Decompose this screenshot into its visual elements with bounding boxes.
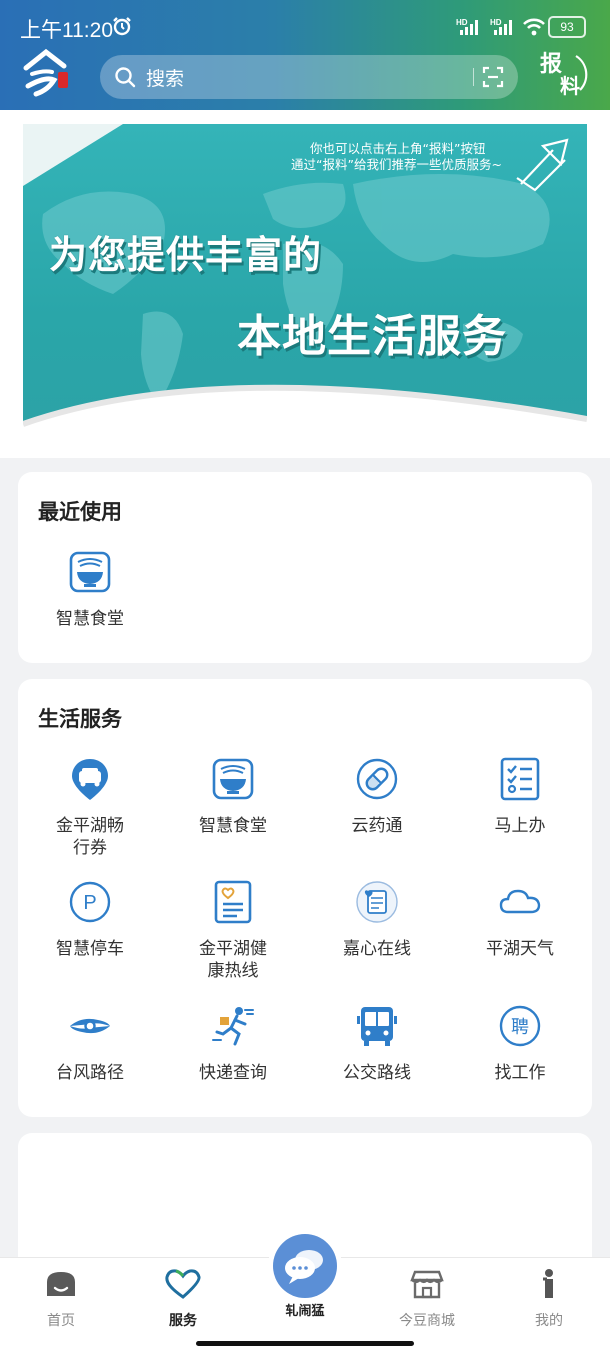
- service-item-courier-query[interactable]: 快递查询: [161, 1004, 305, 1084]
- service-label: 智慧食堂: [199, 816, 267, 836]
- svg-text:P: P: [83, 892, 96, 914]
- svg-text:HD: HD: [490, 18, 502, 27]
- store-icon: [410, 1270, 444, 1299]
- search-icon: [115, 67, 136, 88]
- service-item-find-job[interactable]: 聘 找工作: [448, 1004, 592, 1084]
- chat-bubble-icon: [285, 1250, 323, 1284]
- typhoon-icon: [70, 1018, 110, 1034]
- life-services-card: 生活服务 金平湖畅 行券 智慧食堂 云药通 马上办 P 智慧停车 金平湖健 康热…: [18, 679, 592, 1117]
- status-time: 上午11:20: [20, 19, 113, 42]
- heart-icon: [165, 1269, 201, 1299]
- service-label: 智慧停车: [56, 939, 124, 959]
- service-label: 嘉心在线: [343, 939, 411, 959]
- health-doc-icon: [214, 880, 252, 924]
- parking-icon: P: [69, 881, 111, 923]
- svg-text:HD: HD: [456, 18, 468, 27]
- home-indicator[interactable]: [196, 1341, 414, 1346]
- service-item-bus-route[interactable]: 公交路线: [305, 1004, 449, 1084]
- recent-title: 最近使用: [38, 500, 122, 524]
- arrow-icon: [516, 138, 569, 192]
- service-item-smart-canteen[interactable]: 智慧食堂: [161, 757, 305, 837]
- service-label: 快递查询: [199, 1063, 267, 1083]
- scan-icon[interactable]: [482, 66, 504, 88]
- pill-icon: [356, 758, 398, 800]
- service-item-typhoon-path[interactable]: 台风路径: [18, 1004, 162, 1084]
- tab-label: 首页: [47, 1313, 75, 1329]
- service-item-pinghu-weather[interactable]: 平湖天气: [448, 880, 592, 960]
- tab-center-label: 轧闹猛: [285, 1304, 325, 1319]
- service-label: 金平湖畅 行券: [56, 816, 124, 858]
- recruit-icon: 聘: [499, 1005, 541, 1047]
- banner-headline-2: 本地生活服务: [237, 311, 507, 362]
- tab-center-chat[interactable]: [273, 1234, 337, 1298]
- tab-label: 我的: [535, 1313, 563, 1329]
- svg-text:聘: 聘: [511, 1017, 529, 1038]
- bus-icon: [357, 1007, 397, 1046]
- search-bar[interactable]: 搜索: [100, 55, 518, 99]
- service-label: 平湖天气: [486, 939, 554, 959]
- signal-icon-2: HD: [490, 18, 512, 35]
- banner-headline-1: 为您提供丰富的: [49, 233, 323, 277]
- service-item-cloud-pharmacy[interactable]: 云药通: [305, 757, 449, 837]
- tab-label: 服务: [169, 1313, 197, 1329]
- service-item-pinghu-pass[interactable]: 金平湖畅 行券: [18, 757, 162, 859]
- search-divider: [473, 68, 474, 86]
- tab-mine[interactable]: 我的: [504, 1268, 594, 1330]
- life-services-title: 生活服务: [38, 707, 122, 731]
- wifi-icon: [523, 18, 545, 36]
- checklist-icon: [500, 757, 540, 801]
- banner-section: 你也可以点击右上角“报料”按钮 通过“报料”给我们推荐一些优质服务~ 为您提供丰…: [0, 110, 610, 458]
- recent-item-label: 智慧食堂: [56, 609, 124, 629]
- recent-item-smart-canteen[interactable]: 智慧食堂: [18, 550, 162, 630]
- heart-note-icon: [356, 881, 398, 923]
- car-location-icon: [72, 759, 108, 800]
- app-logo[interactable]: [18, 46, 78, 98]
- service-item-smart-parking[interactable]: P 智慧停车: [18, 880, 162, 960]
- cloud-icon: [499, 889, 541, 914]
- person-icon: [543, 1269, 553, 1298]
- recent-card: 最近使用 智慧食堂: [18, 472, 592, 663]
- service-label: 找工作: [494, 1063, 546, 1083]
- bowl-icon: [212, 758, 254, 800]
- search-placeholder: 搜索: [146, 68, 185, 90]
- home-icon: [47, 1272, 75, 1296]
- alarm-icon: [113, 17, 131, 36]
- service-item-health-hotline[interactable]: 金平湖健 康热线: [161, 880, 305, 982]
- report-button[interactable]: 报 料: [536, 44, 592, 100]
- tab-label: 今豆商城: [399, 1313, 455, 1329]
- service-label: 马上办: [494, 816, 546, 836]
- report-ring-icon: [575, 55, 588, 91]
- service-label: 云药通: [351, 816, 403, 836]
- service-label: 公交路线: [343, 1063, 411, 1083]
- app-header: 上午11:20 HD HD 93 搜索 报 料: [0, 0, 610, 110]
- tab-store[interactable]: 今豆商城: [382, 1268, 472, 1330]
- service-item-quick-handle[interactable]: 马上办: [448, 757, 592, 837]
- battery-indicator: 93: [548, 16, 586, 38]
- signal-icon: HD: [456, 18, 478, 35]
- service-item-jiaxin-online[interactable]: 嘉心在线: [305, 880, 449, 960]
- bowl-icon: [69, 551, 111, 593]
- tab-service[interactable]: 服务: [138, 1268, 228, 1330]
- banner-tip-line2: 通过“报料”给我们推荐一些优质服务~: [291, 157, 502, 172]
- service-label: 台风路径: [56, 1063, 124, 1083]
- tab-home[interactable]: 首页: [16, 1268, 106, 1330]
- courier-icon: [212, 1007, 254, 1046]
- promo-banner[interactable]: 你也可以点击右上角“报料”按钮 通过“报料”给我们推荐一些优质服务~ 为您提供丰…: [23, 124, 587, 442]
- status-bar: 上午11:20 HD HD 93: [20, 14, 590, 42]
- service-label: 金平湖健 康热线: [199, 939, 267, 981]
